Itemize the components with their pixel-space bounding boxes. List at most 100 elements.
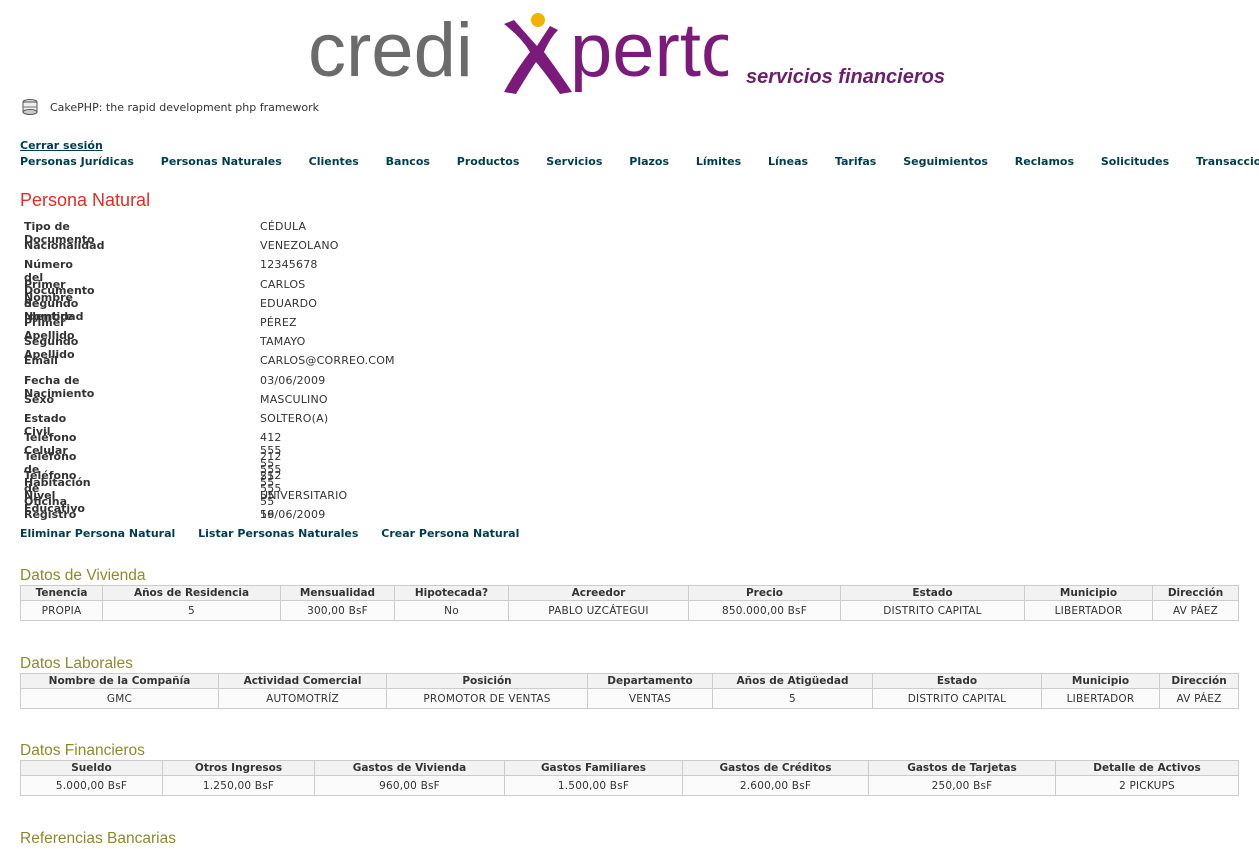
column-header: Actividad Comercial [218, 673, 387, 689]
column-header: Años de Residencia [102, 585, 281, 601]
detail-value: VENEZOLANO [260, 239, 339, 253]
nav-bancos[interactable]: Bancos [386, 155, 430, 168]
detail-label: Sexo [24, 392, 55, 406]
nav-plazos[interactable]: Plazos [629, 155, 669, 168]
table-cell: 1.250,00 BsF [162, 775, 315, 796]
table-cell: PROPIA [20, 600, 103, 621]
table-cell: VENTAS [587, 688, 713, 709]
table-row: 5.000,00 BsF 1.250,00 BsF 960,00 BsF 1.500,… [20, 775, 1239, 796]
table-cell: 250,00 BsF [868, 775, 1056, 796]
delete-persona-link[interactable]: Eliminar Persona Natural [20, 527, 175, 540]
nav-limites[interactable]: Límites [696, 155, 741, 168]
nav-reclamos[interactable]: Reclamos [1015, 155, 1074, 168]
table-cell: AV PÁEZ [1159, 688, 1239, 709]
table-cell: 300,00 BsF [280, 600, 395, 621]
detail-value: SOLTERO(A) [260, 411, 329, 425]
column-header: Gastos de Tarjetas [868, 760, 1056, 776]
column-header: Departamento [587, 673, 713, 689]
table-cell: AUTOMOTRÍZ [218, 688, 387, 709]
financieros-table: Sueldo Otros Ingresos Gastos de Vivienda Ga… [20, 760, 1239, 796]
detail-value: PÉREZ [260, 315, 297, 329]
cakephp-icon[interactable] [20, 97, 40, 117]
table-cell: 2.600,00 BsF [682, 775, 869, 796]
column-header: Acreedor [508, 585, 689, 601]
table-cell: 960,00 BsF [314, 775, 505, 796]
column-header: Dirección [1159, 673, 1239, 689]
logo-figure-icon [504, 13, 572, 94]
action-links: Eliminar Persona Natural Listar Personas… [20, 527, 538, 540]
table-cell: PABLO UZCÁTEGUI [508, 600, 689, 621]
detail-label: Email [24, 354, 58, 368]
column-header: Estado [872, 673, 1042, 689]
table-cell: 850.000,00 BsF [688, 600, 841, 621]
nav-servicios[interactable]: Servicios [546, 155, 602, 168]
nav-personas-juridicas[interactable]: Personas Jurídicas [20, 155, 134, 168]
table-cell: 1.500,00 BsF [504, 775, 683, 796]
vivienda-table: Tenencia Años de Residencia Mensualidad Hip… [20, 585, 1239, 621]
list-personas-link[interactable]: Listar Personas Naturales [198, 527, 358, 540]
column-header: Mensualidad [280, 585, 395, 601]
nav-personas-naturales[interactable]: Personas Naturales [161, 155, 282, 168]
column-header: Años de Atigüedad [712, 673, 873, 689]
table-cell: 5.000,00 BsF [20, 775, 163, 796]
detail-label: Registro [24, 507, 77, 521]
column-header: Gastos de Vivienda [314, 760, 505, 776]
section-title-financieros: Datos Financieros [20, 742, 145, 759]
table-cell: LIBERTADOR [1041, 688, 1160, 709]
column-header: Hipotecada? [394, 585, 509, 601]
nav-clientes[interactable]: Clientes [309, 155, 359, 168]
table-cell: DISTRITO CAPITAL [840, 600, 1025, 621]
table-cell: 5 [712, 688, 873, 709]
column-header: Posición [386, 673, 588, 689]
logo-text-credi: credi [308, 8, 473, 93]
table-cell: GMC [20, 688, 219, 709]
tagline: servicios financieros [746, 66, 945, 88]
detail-value: MASCULINO [260, 392, 328, 406]
column-header: Gastos Familiares [504, 760, 683, 776]
section-title-laborales: Datos Laborales [20, 655, 133, 672]
column-header: Municipio [1024, 585, 1153, 601]
credixperto-logo: credi perto [308, 8, 728, 94]
detail-value: EDUARDO [260, 296, 318, 310]
nav-lineas[interactable]: Líneas [768, 155, 808, 168]
detail-value: UNIVERSITARIO [260, 488, 348, 502]
logout-link[interactable]: Cerrar sesión [20, 139, 103, 152]
detail-value: TAMAYO [260, 335, 306, 349]
detail-value: CARLOS@CORREO.COM [260, 354, 395, 368]
column-header: Detalle de Activos [1055, 760, 1239, 776]
detail-value: 03/06/2009 [260, 373, 326, 387]
laborales-table: Nombre de la Compañía Actividad Comercial… [20, 673, 1239, 709]
column-header: Tenencia [20, 585, 103, 601]
table-row: GMC AUTOMOTRÍZ PROMOTOR DE VENTAS VENTAS 5 DI… [20, 688, 1239, 709]
nav-solicitudes[interactable]: Solicitudes [1101, 155, 1169, 168]
detail-value: 12345678 [260, 258, 318, 272]
column-header: Nombre de la Compañía [20, 673, 219, 689]
table-cell: PROMOTOR DE VENTAS [386, 688, 588, 709]
detail-value: CÉDULA [260, 220, 307, 233]
cakephp-label[interactable]: CakePHP: the rapid development php frame… [50, 101, 319, 114]
table-cell: LIBERTADOR [1024, 600, 1153, 621]
logo-text-perto: perto [570, 8, 728, 93]
table-header-row: Sueldo Otros Ingresos Gastos de Vivienda Ga… [20, 760, 1239, 776]
detail-value: CARLOS [260, 277, 306, 291]
column-header: Gastos de Créditos [682, 760, 869, 776]
table-cell: AV PÁEZ [1152, 600, 1239, 621]
detail-value: 19/06/2009 [260, 507, 326, 521]
table-header-row: Nombre de la Compañía Actividad Comercial… [20, 673, 1239, 689]
section-title-bancarias: Referencias Bancarias [20, 830, 176, 847]
column-header: Sueldo [20, 760, 163, 776]
detail-label: Nacionalidad [24, 239, 105, 253]
page-title: Persona Natural [20, 190, 151, 210]
column-header: Dirección [1152, 585, 1239, 601]
nav-seguimientos[interactable]: Seguimientos [903, 155, 988, 168]
nav-productos[interactable]: Productos [457, 155, 520, 168]
create-persona-link[interactable]: Crear Persona Natural [381, 527, 519, 540]
table-cell: 5 [102, 600, 281, 621]
column-header: Estado [840, 585, 1025, 601]
table-header-row: Tenencia Años de Residencia Mensualidad Hip… [20, 585, 1239, 601]
section-title-vivienda: Datos de Vivienda [20, 567, 146, 584]
nav-transacciones[interactable]: Transacciones [1196, 155, 1259, 168]
nav-tarifas[interactable]: Tarifas [835, 155, 876, 168]
table-cell: 2 PICKUPS [1055, 775, 1239, 796]
table-row: PROPIA 5 300,00 BsF No PABLO UZCÁTEGUI 850.00… [20, 600, 1239, 621]
